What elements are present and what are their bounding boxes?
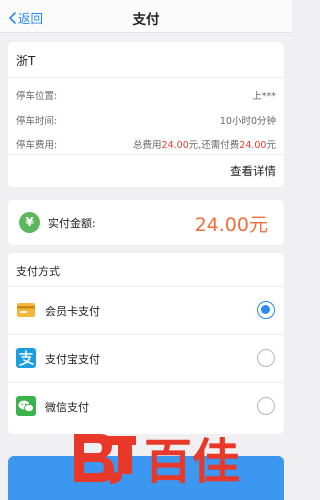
payment-option-alipay[interactable]: 支付宝支付 (8, 335, 284, 382)
payment-method-card: 支付方式 会员卡支付 支付宝支付 微信支付 (8, 253, 284, 434)
yen-icon: ¥ (19, 212, 40, 233)
fee-label: 停车费用: (16, 140, 58, 151)
page-title: 支付 (132, 12, 160, 28)
watermark-text: 百佳 (144, 434, 240, 488)
time-label: 停车时间: (16, 116, 58, 127)
payment-option-member-card[interactable]: 会员卡支付 (8, 287, 284, 334)
radio-selected[interactable] (257, 301, 275, 319)
fee-value: 总费用24.00元,还需付费24.00元 (133, 137, 276, 151)
payment-option-label: 微信支付 (45, 401, 89, 414)
payment-option-label: 支付宝支付 (45, 353, 100, 366)
amount-value: 24.00元 (194, 214, 268, 236)
location-value: 上*** (252, 91, 276, 102)
time-value: 10小时0分钟 (219, 116, 276, 127)
divider (8, 77, 284, 78)
payment-option-wechat[interactable]: 微信支付 (8, 383, 284, 430)
radio-unselected[interactable] (257, 349, 275, 367)
amount-card: ¥ 实付金额: 24.00元 (8, 200, 284, 245)
payment-option-label: 会员卡支付 (45, 305, 100, 318)
payment-method-header: 支付方式 (16, 265, 60, 278)
member-card-icon (17, 303, 35, 317)
fee-due: 24.00 (239, 140, 267, 151)
plate-number: 浙T (16, 54, 36, 68)
fee-row: 停车费用: 总费用24.00元,还需付费24.00元 (16, 137, 276, 151)
time-row: 停车时间: 10小时0分钟 (16, 113, 276, 127)
divider (8, 154, 284, 155)
view-details-link[interactable]: 查看详情 (230, 163, 276, 179)
alipay-icon (16, 348, 36, 368)
fee-suffix: 元 (266, 140, 276, 151)
wechat-icon (16, 396, 36, 416)
fee-total: 24.00 (161, 140, 189, 151)
nav-bar: 返回 支付 (0, 0, 292, 33)
amount-label: 实付金额: (48, 217, 96, 230)
parking-info-card: 浙T 停车位置: 上*** 停车时间: 10小时0分钟 停车费用: 总费用24.… (8, 42, 284, 187)
watermark-logo: 百佳 (74, 434, 240, 488)
fee-middle: 元,还需付费 (188, 140, 240, 151)
location-label: 停车位置: (16, 91, 58, 102)
location-row: 停车位置: 上*** (16, 88, 276, 102)
fee-prefix: 总费用 (133, 140, 162, 151)
radio-unselected[interactable] (257, 397, 275, 415)
